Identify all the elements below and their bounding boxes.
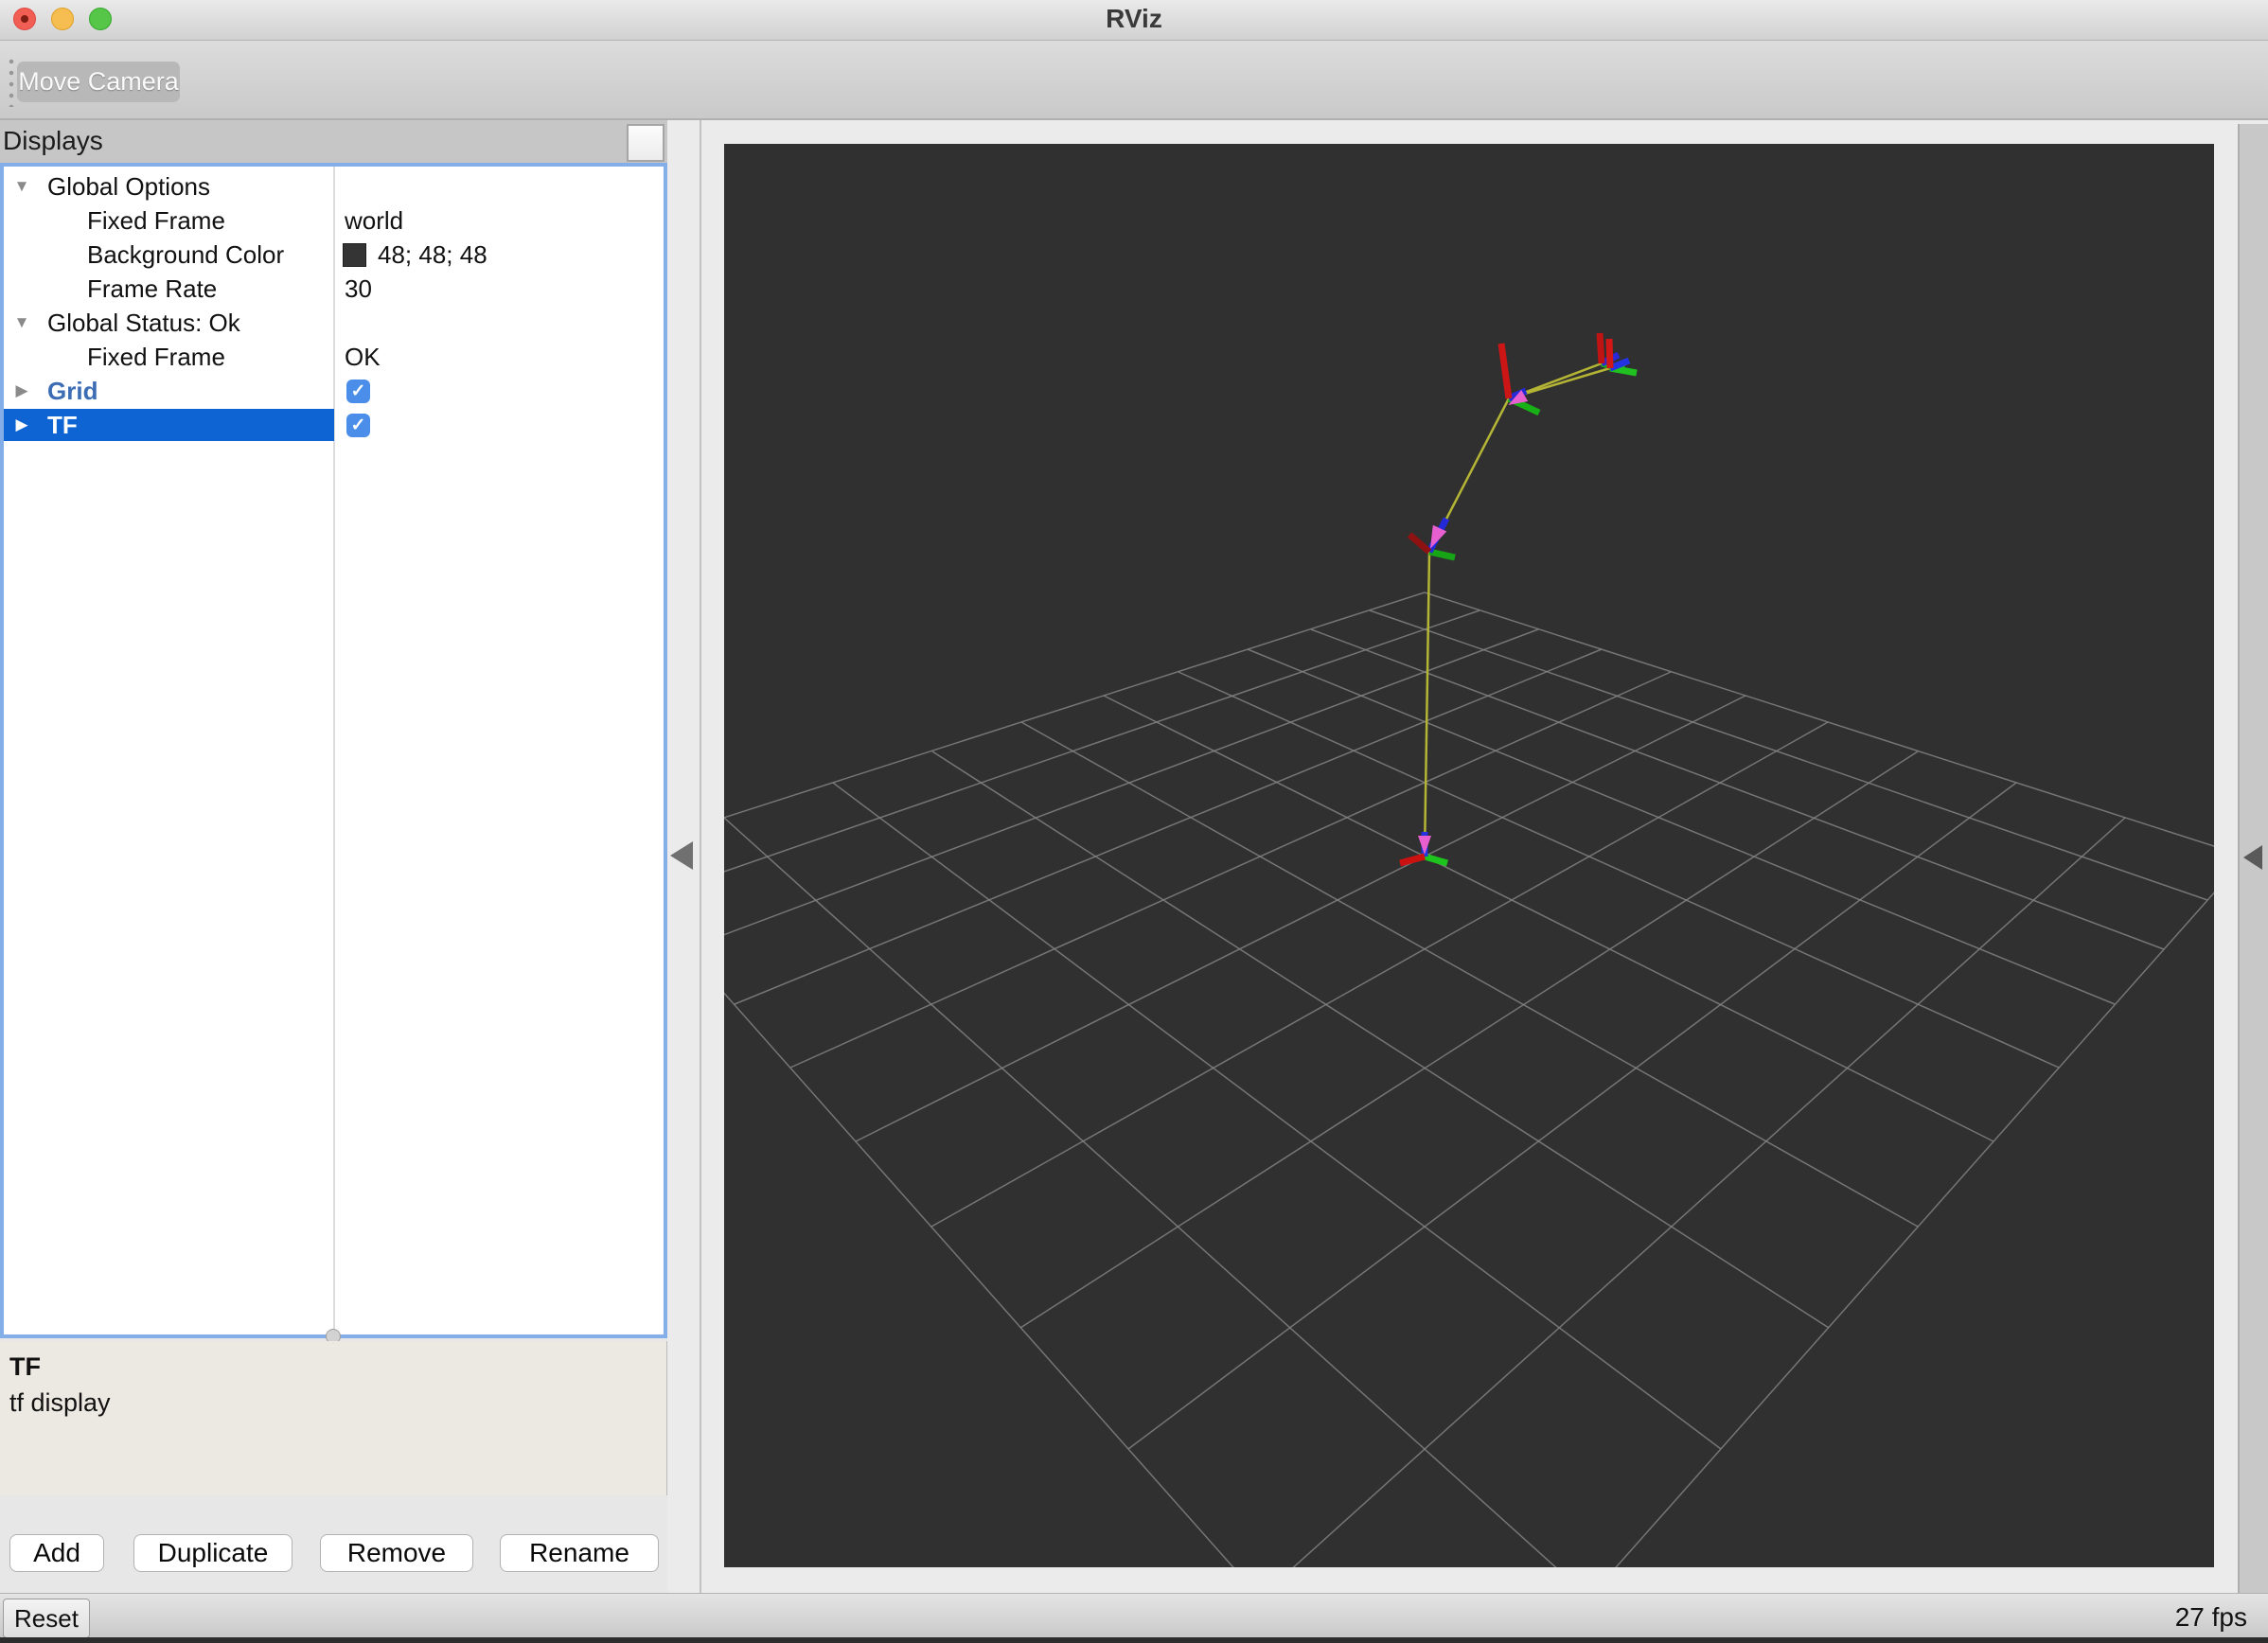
- collapse-arrow-icon[interactable]: ▼: [11, 169, 32, 203]
- collapse-arrow-icon[interactable]: ▼: [11, 306, 32, 340]
- row-label: Global Options: [47, 172, 210, 201]
- property-value[interactable]: world: [345, 203, 403, 238]
- display-row-background-color[interactable]: Background Color 48; 48; 48: [4, 238, 664, 272]
- add-button[interactable]: Add: [9, 1534, 104, 1572]
- collapse-left-panel-arrow-icon[interactable]: [670, 841, 693, 870]
- displays-panel-header[interactable]: Displays: [0, 120, 667, 163]
- row-label: Global Status: Ok: [47, 309, 240, 337]
- status-bar: Reset 27 fps: [0, 1593, 2268, 1643]
- expand-arrow-icon[interactable]: ▶: [11, 408, 32, 442]
- description-text: tf display: [9, 1388, 111, 1417]
- title-bar: RViz: [0, 0, 2268, 41]
- display-row-fixed-frame[interactable]: Fixed Frame world: [4, 203, 664, 238]
- description-panel: TF tf display: [0, 1341, 667, 1495]
- remove-button[interactable]: Remove: [320, 1534, 473, 1572]
- display-row-grid[interactable]: ▶ Grid ✓: [4, 374, 664, 408]
- move-camera-button[interactable]: Move Camera: [17, 62, 180, 102]
- 3d-scene: [602, 332, 2247, 1643]
- reset-button[interactable]: Reset: [3, 1599, 90, 1638]
- row-label: Background Color: [87, 240, 285, 269]
- toolbar-drag-handle-icon[interactable]: [9, 56, 14, 107]
- property-value[interactable]: OK: [345, 340, 381, 374]
- collapse-right-panel-arrow-icon[interactable]: [2243, 845, 2262, 870]
- 3d-viewport[interactable]: [602, 144, 2247, 1643]
- row-label: Fixed Frame: [87, 206, 225, 235]
- window-title: RViz: [1106, 4, 1162, 33]
- row-label: Fixed Frame: [87, 343, 225, 371]
- panel-splitter[interactable]: [700, 120, 701, 1593]
- display-row-global-status-ok[interactable]: ▼ Global Status: Ok: [4, 306, 664, 340]
- row-label: TF: [47, 411, 78, 439]
- displays-panel-title: Displays: [3, 126, 103, 155]
- property-value[interactable]: 48; 48; 48: [378, 238, 487, 272]
- rename-button[interactable]: Rename: [500, 1534, 659, 1572]
- duplicate-button[interactable]: Duplicate: [133, 1534, 292, 1572]
- enabled-checkbox[interactable]: ✓: [346, 414, 370, 437]
- display-row-global-options[interactable]: ▼ Global Options: [4, 169, 664, 203]
- color-swatch[interactable]: [343, 243, 366, 267]
- display-row-tf[interactable]: ▶ TF ✓: [4, 408, 664, 442]
- display-row-fixed-frame[interactable]: Fixed Frame OK: [4, 340, 664, 374]
- enabled-checkbox[interactable]: ✓: [346, 380, 370, 403]
- displays-tree[interactable]: ▼ Global Options Fixed Frame world Backgroun…: [4, 167, 664, 1334]
- description-title: TF: [9, 1352, 41, 1381]
- row-label: Frame Rate: [87, 274, 218, 303]
- display-row-frame-rate[interactable]: Frame Rate 30: [4, 272, 664, 306]
- window-bottom-edge: [0, 1637, 2268, 1643]
- property-value[interactable]: 30: [345, 272, 372, 306]
- row-label: Grid: [47, 377, 98, 405]
- toolbar: Move Camera: [0, 41, 2268, 120]
- panel-float-button[interactable]: [627, 124, 664, 162]
- fps-counter: 27 fps: [2174, 1602, 2247, 1632]
- expand-arrow-icon[interactable]: ▶: [11, 374, 32, 408]
- panel-button-row: Add Duplicate Remove Rename: [0, 1495, 667, 1593]
